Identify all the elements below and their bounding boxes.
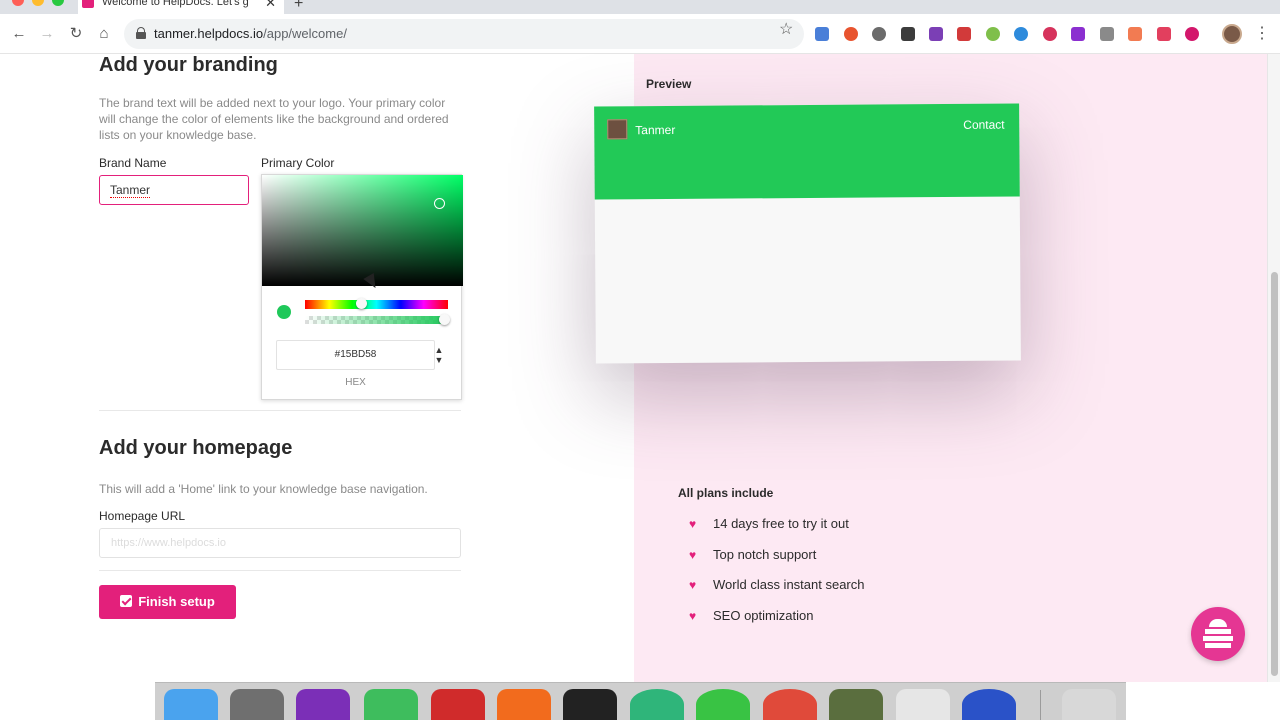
heart-icon: ♥ (689, 517, 697, 531)
extension-icon[interactable] (1157, 27, 1171, 41)
onenote-icon[interactable] (296, 689, 350, 720)
homepage-url-input[interactable]: https://www.helpdocs.io (99, 528, 461, 558)
preview-card: Tanmer Contact (594, 103, 1021, 364)
hex-input[interactable]: #15BD58 (276, 340, 435, 370)
translate-extension-icon[interactable] (815, 27, 829, 41)
section-divider (99, 410, 461, 411)
preview-header: Tanmer Contact (594, 103, 1020, 200)
extension-icon[interactable] (1043, 27, 1057, 41)
trash-icon[interactable] (1062, 689, 1116, 720)
chrome-icon[interactable] (763, 689, 817, 720)
extension-icon[interactable] (1128, 27, 1142, 41)
maximize-window-button[interactable] (52, 0, 64, 6)
format-toggle[interactable]: ▲ ▼ (433, 345, 445, 367)
extension-icon[interactable] (1014, 27, 1028, 41)
finish-setup-label: Finish setup (138, 594, 215, 609)
lock-icon (136, 27, 146, 39)
netease-music-icon[interactable] (431, 689, 485, 720)
chevron-up-icon[interactable]: ▲ (433, 345, 445, 355)
saturation-handle[interactable] (434, 198, 445, 209)
extension-icon[interactable] (844, 27, 858, 41)
terminal-icon[interactable] (563, 689, 617, 720)
close-window-button[interactable] (12, 0, 24, 6)
brand-name-label: Brand Name (99, 156, 167, 170)
preview-brand-name: Tanmer (635, 122, 676, 138)
list-item: ♥ Top notch support (689, 547, 817, 562)
url-text: tanmer.helpdocs.io/app/welcome/ (154, 26, 347, 41)
brave-browser-icon[interactable] (497, 689, 551, 720)
list-item: ♥ SEO optimization (689, 608, 814, 623)
wechat-icon[interactable] (696, 689, 750, 720)
heart-icon: ♥ (689, 548, 697, 562)
extension-icon[interactable] (901, 27, 915, 41)
page-scrollbar[interactable] (1267, 54, 1280, 682)
forward-icon[interactable]: → (37, 24, 57, 44)
alpha-slider[interactable] (305, 316, 448, 324)
color-swatch (277, 305, 291, 319)
home-icon[interactable]: ⌂ (94, 24, 114, 44)
close-tab-icon[interactable]: ✕ (265, 0, 276, 11)
extension-icon[interactable] (1071, 27, 1085, 41)
camera-extension-icon[interactable] (1100, 27, 1114, 41)
extension-icon[interactable] (957, 27, 971, 41)
preview-contact-link: Contact (963, 117, 1005, 132)
primary-color-label: Primary Color (261, 156, 335, 170)
address-bar[interactable]: tanmer.helpdocs.io/app/welcome/ (124, 19, 804, 49)
hex-format-label: HEX (345, 377, 366, 388)
heart-icon: ♥ (689, 609, 697, 623)
browser-toolbar: ← → ↻ ⌂ tanmer.helpdocs.io/app/welcome/ … (0, 14, 1280, 54)
extension-icon[interactable] (1185, 27, 1199, 41)
homepage-heading: Add your homepage (99, 437, 293, 459)
homepage-url-label: Homepage URL (99, 509, 186, 523)
photos-icon[interactable] (829, 689, 883, 720)
extension-icon[interactable] (986, 27, 1000, 41)
onenote-extension-icon[interactable] (929, 27, 943, 41)
hue-slider-handle[interactable] (356, 298, 367, 309)
browser-tab[interactable]: Welcome to HelpDocs. Let's g ✕ (78, 0, 284, 14)
saturation-value-area[interactable] (262, 175, 463, 286)
app-icon[interactable] (364, 689, 418, 720)
chevron-down-icon[interactable]: ▼ (433, 355, 445, 365)
minimize-window-button[interactable] (32, 0, 44, 6)
profile-avatar[interactable] (1222, 24, 1242, 44)
helpdocs-favicon-icon (82, 0, 94, 8)
heart-icon: ♥ (689, 578, 697, 592)
list-item: ♥ World class instant search (689, 577, 865, 592)
list-item: ♥ 14 days free to try it out (689, 516, 849, 531)
plans-heading: All plans include (678, 486, 774, 500)
hue-slider[interactable] (305, 300, 448, 309)
atom-editor-icon[interactable] (630, 689, 684, 720)
preview-logo-icon (607, 119, 628, 140)
browser-tab-strip: Welcome to HelpDocs. Let's g ✕ + (0, 0, 1280, 14)
bookmark-star-icon[interactable]: ☆ (779, 19, 793, 39)
finder-icon[interactable] (164, 689, 218, 720)
section-divider (99, 570, 461, 571)
branding-description: The brand text will be added next to you… (99, 96, 449, 142)
homepage-description: This will add a 'Home' link to your know… (99, 482, 428, 496)
scrollbar-thumb[interactable] (1271, 272, 1278, 676)
brand-name-value: Tanmer (110, 183, 151, 198)
preview-label: Preview (646, 77, 692, 91)
alpha-slider-handle[interactable] (439, 314, 450, 325)
help-widget-button[interactable] (1191, 607, 1245, 661)
browser-menu-icon[interactable]: ⋮ (1254, 23, 1270, 43)
dock-separator (1040, 690, 1041, 720)
extension-icon[interactable] (872, 27, 886, 41)
app-icon[interactable] (962, 689, 1016, 720)
new-tab-button[interactable]: + (294, 0, 303, 13)
tab-title: Welcome to HelpDocs. Let's g (102, 0, 249, 8)
numbers-icon[interactable] (896, 689, 950, 720)
brand-name-input[interactable]: Tanmer (99, 175, 249, 205)
back-icon[interactable]: ← (9, 24, 29, 44)
system-preferences-icon[interactable] (230, 689, 284, 720)
branding-heading: Add your branding (99, 54, 278, 76)
reload-icon[interactable]: ↻ (66, 24, 86, 44)
color-picker: #15BD58 ▲ ▼ HEX (261, 174, 463, 400)
page-content: Add your branding The brand text will be… (0, 54, 1280, 682)
checkbox-icon (120, 595, 133, 607)
finish-setup-button[interactable]: Finish setup (99, 585, 236, 619)
